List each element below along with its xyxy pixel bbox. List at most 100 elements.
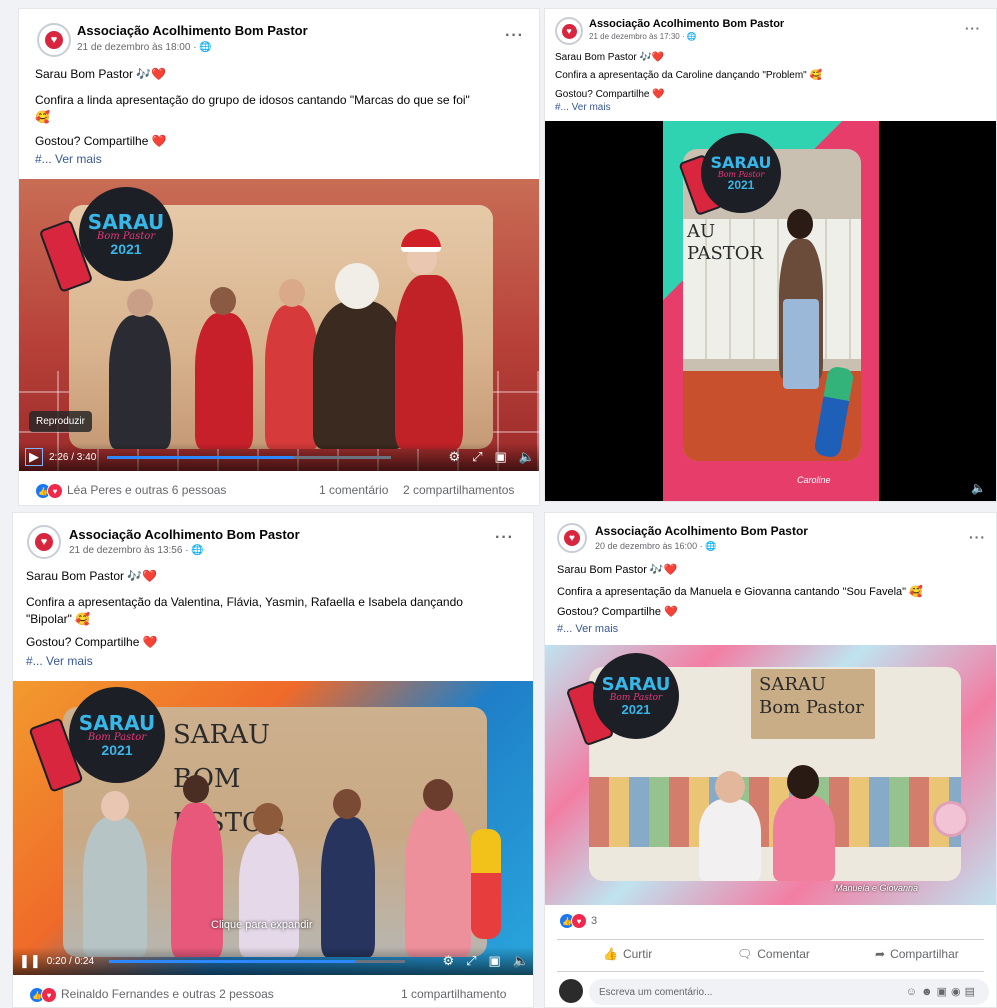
see-more-link[interactable]: #... Ver mais: [557, 623, 618, 635]
comment-tools-icons[interactable]: ☺☻▣◉▤: [906, 985, 979, 998]
love-reaction-icon: ♥: [47, 483, 63, 499]
reactions-summary[interactable]: 👍 ♥ 3: [559, 913, 597, 929]
post-timestamp[interactable]: 21 de dezembro às 13:56 · 🌐: [69, 545, 204, 556]
dancer-head: [253, 803, 283, 835]
dancer-head: [423, 779, 453, 811]
post-timestamp[interactable]: 21 de dezembro às 17:30 · 🌐: [589, 32, 697, 41]
user-avatar[interactable]: [559, 979, 583, 1003]
post-title: Sarau Bom Pastor 🎶❤️: [555, 52, 665, 63]
settings-icon[interactable]: ⚙: [448, 449, 460, 465]
post-card: ♥ Associação Acolhimento Bom Pastor 21 d…: [12, 512, 534, 1008]
singer-head: [715, 771, 745, 803]
dancer-legs: [783, 299, 819, 389]
post-cta: Gostou? Compartilhe ❤️: [35, 134, 167, 148]
page-avatar[interactable]: ♥: [555, 17, 583, 45]
singer: [699, 799, 761, 881]
wall-text: AU PASTOR: [687, 221, 764, 264]
post-card: ♥ Associação Acolhimento Bom Pastor 21 d…: [18, 8, 540, 506]
dancer: [239, 833, 299, 957]
like-button[interactable]: 👍 Curtir: [603, 947, 652, 961]
expand-hint: Clique para expandir: [211, 919, 313, 931]
performer: [195, 313, 253, 449]
video-player[interactable]: SARAU Bom Pastor 2021 Reproduzir ▶ 2:26 …: [19, 179, 539, 471]
more-options-icon[interactable]: ···: [505, 27, 524, 45]
fullscreen-icon[interactable]: ⤢: [472, 449, 482, 465]
volume-icon[interactable]: 🔈: [513, 953, 529, 969]
page-avatar[interactable]: ♥: [27, 525, 61, 559]
more-options-icon[interactable]: ···: [969, 529, 986, 545]
page-name[interactable]: Associação Acolhimento Bom Pastor: [595, 524, 808, 538]
video-progress-bar[interactable]: [107, 456, 391, 459]
post-body: Confira a linda apresentação do grupo de…: [35, 93, 470, 107]
see-more-link[interactable]: #... Ver mais: [555, 102, 611, 113]
video-player[interactable]: SARAU Bom Pastor SARAU Bom Pastor 2021 M…: [545, 645, 996, 905]
more-options-icon[interactable]: ···: [495, 529, 514, 547]
reactions-summary[interactable]: 👍 ♥ Léa Peres e outras 6 pessoas: [35, 483, 226, 499]
heart-logo-icon: ♥: [45, 31, 63, 49]
post-body-line2: "Bipolar" 🥰: [26, 612, 91, 626]
dancer: [321, 817, 375, 957]
page-name[interactable]: Associação Acolhimento Bom Pastor: [77, 23, 308, 38]
globe-icon: 🌐: [199, 42, 212, 53]
globe-icon: 🌐: [191, 545, 204, 556]
page-avatar[interactable]: ♥: [557, 523, 587, 553]
comment-input[interactable]: Escreva um comentário... ☺☻▣◉▤: [589, 979, 989, 1005]
microphone-icon: [933, 801, 969, 837]
comments-count[interactable]: 1 comentário: [319, 483, 388, 497]
sarau-logo: SARAU Bom Pastor 2021: [593, 653, 679, 739]
performer: [313, 301, 405, 449]
volume-icon[interactable]: 🔈: [519, 449, 535, 465]
dancer-head: [333, 789, 361, 819]
video-caption: Manuela e Giovanna: [835, 883, 919, 893]
video-player[interactable]: AU PASTOR SARAU Bom Pastor 2021 Caroline…: [545, 121, 996, 501]
settings-icon[interactable]: ⚙: [442, 953, 454, 969]
performer-head: [279, 279, 305, 307]
post-body: Confira a apresentação da Caroline dança…: [555, 70, 822, 81]
love-reaction-icon: ♥: [41, 987, 57, 1003]
post-cta: Gostou? Compartilhe ❤️: [26, 635, 158, 649]
heart-logo-icon: ♥: [35, 533, 53, 551]
page-name[interactable]: Associação Acolhimento Bom Pastor: [69, 527, 300, 542]
play-tooltip: Reproduzir: [29, 411, 92, 432]
share-button[interactable]: ➦ Compartilhar: [875, 947, 959, 961]
post-cta: Gostou? Compartilhe ❤️: [557, 606, 678, 618]
video-player[interactable]: SARAU BOM PASTOR SARAU Bom Pastor 2021 C…: [13, 681, 533, 975]
performer-head: [127, 289, 153, 317]
dancer-head: [787, 209, 813, 239]
post-title: Sarau Bom Pastor 🎶❤️: [557, 564, 678, 576]
dancer-sticker: [471, 829, 501, 939]
performer-head: [210, 287, 236, 315]
more-options-icon[interactable]: ···: [965, 21, 981, 36]
reactions-summary[interactable]: 👍 ♥ Reinaldo Fernandes e outras 2 pessoas: [29, 987, 274, 1003]
sarau-logo: SARAU Bom Pastor 2021: [79, 187, 173, 281]
video-caption: Caroline: [797, 475, 831, 485]
pause-icon[interactable]: ❚❚: [19, 953, 41, 969]
video-progress-bar[interactable]: [109, 960, 405, 963]
thumbs-up-icon: 👍: [603, 947, 618, 961]
play-icon[interactable]: ▶: [25, 448, 43, 466]
video-time: 0:20 / 0:24: [46, 955, 95, 967]
page-name[interactable]: Associação Acolhimento Bom Pastor: [589, 18, 784, 30]
wall-text: SARAU Bom Pastor: [759, 674, 864, 719]
fullscreen-icon[interactable]: ⤢: [466, 953, 476, 969]
performer: [265, 305, 319, 449]
shares-count[interactable]: 2 compartilhamentos: [403, 483, 514, 497]
comment-icon: 🗨: [737, 947, 753, 961]
sarau-logo: SARAU Bom Pastor 2021: [69, 687, 165, 783]
see-more-link[interactable]: #... Ver mais: [35, 152, 102, 166]
singer: [773, 795, 835, 881]
shares-count[interactable]: 1 compartilhamento: [401, 987, 506, 1001]
pip-icon[interactable]: ▣: [495, 449, 507, 465]
post-title: Sarau Bom Pastor 🎶❤️: [26, 569, 158, 583]
page-avatar[interactable]: ♥: [37, 23, 71, 57]
pip-icon[interactable]: ▣: [489, 953, 501, 969]
singer-head: [787, 765, 819, 799]
volume-icon[interactable]: 🔈: [971, 481, 986, 495]
globe-icon: 🌐: [705, 541, 717, 551]
dancer: [83, 817, 147, 957]
post-timestamp[interactable]: 20 de dezembro às 16:00 · 🌐: [595, 541, 716, 552]
comment-button[interactable]: 🗨 Comentar: [737, 947, 810, 961]
see-more-link[interactable]: #... Ver mais: [26, 654, 93, 668]
post-timestamp[interactable]: 21 de dezembro às 18:00 · 🌐: [77, 42, 212, 53]
post-cta: Gostou? Compartilhe ❤️: [555, 89, 665, 100]
